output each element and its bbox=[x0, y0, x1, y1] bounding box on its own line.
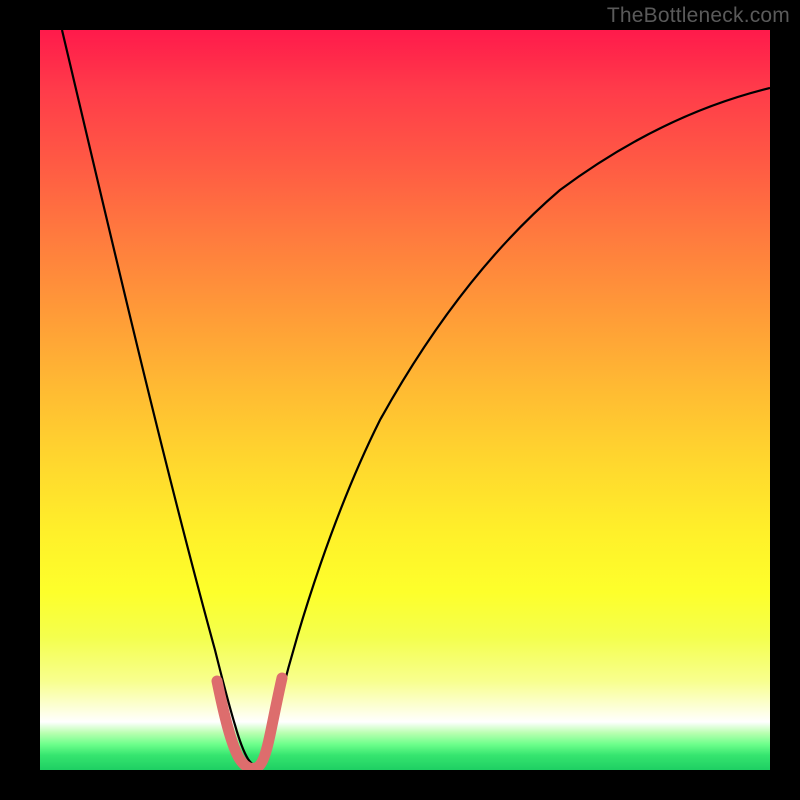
plot-area bbox=[40, 30, 770, 770]
bottleneck-curve bbox=[62, 30, 770, 766]
watermark-text: TheBottleneck.com bbox=[607, 4, 790, 28]
curve-layer bbox=[40, 30, 770, 770]
chart-frame: TheBottleneck.com bbox=[0, 0, 800, 800]
